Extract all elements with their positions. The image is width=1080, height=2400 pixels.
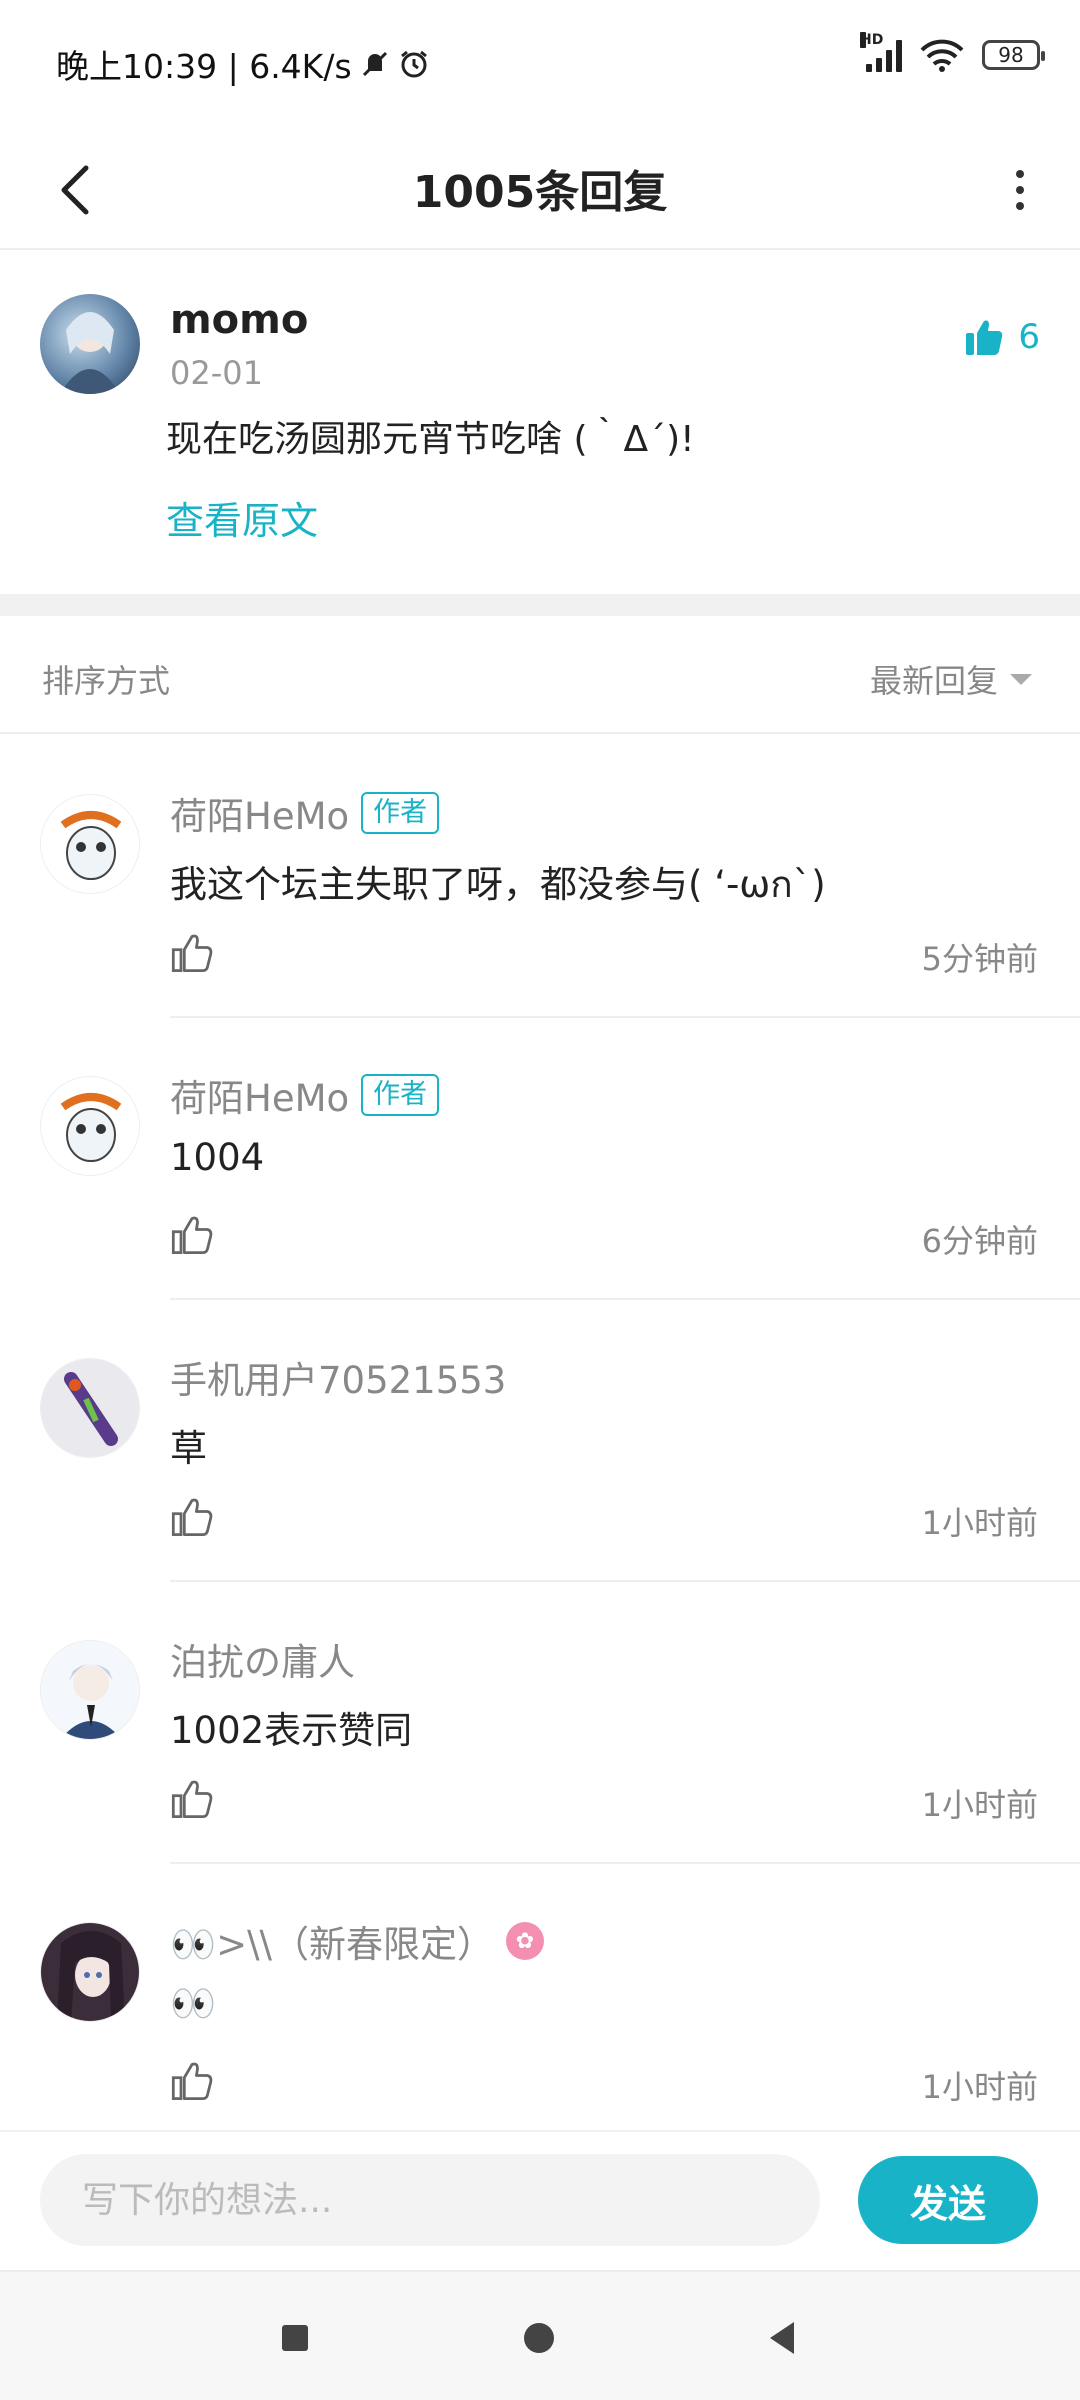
reply-time: 1小时前 <box>921 1504 1038 1542</box>
reply-author[interactable]: 荷陌HeMo <box>170 1068 349 1122</box>
sort-value: 最新回复 <box>869 662 998 700</box>
status-bar: 晚上10:39 | 6.4K/s HD 98 <box>0 0 1080 125</box>
avatar-image <box>41 1077 139 1175</box>
status-time: 晚上10:39 | 6.4K/s <box>56 47 352 86</box>
reply-content: 我这个坛主失职了呀，都没参与( ‘-ωก`) <box>170 863 826 906</box>
signal-icon: HD <box>860 32 902 72</box>
avatar-image <box>60 312 120 394</box>
list-item: 泊扰の庸人 1002表示赞同 1小时前 <box>0 1582 1080 1864</box>
mute-icon <box>362 51 387 77</box>
author-badge: 作者 <box>361 1074 440 1116</box>
alarm-icon <box>400 50 427 78</box>
reply-author[interactable]: 👀>\\（新春限定） <box>170 1914 494 1968</box>
reply-author[interactable]: 荷陌HeMo <box>170 786 349 840</box>
author-badge: 作者 <box>361 792 440 834</box>
more-options-button[interactable] <box>980 150 1060 230</box>
reply-header: 泊扰の庸人 <box>170 1632 355 1686</box>
avatar[interactable] <box>40 794 140 894</box>
comment-input-bar: 发送 <box>0 2130 1080 2270</box>
chevron-left-icon <box>61 165 89 215</box>
system-nav-bar <box>0 2270 1080 2400</box>
reply-header: 荷陌HeMo 作者 <box>170 786 440 840</box>
avatar[interactable] <box>40 1922 140 2022</box>
sort-label: 排序方式 <box>42 662 171 700</box>
avatar-image <box>41 795 139 893</box>
battery-level: 98 <box>998 43 1024 67</box>
reply-content: 1004 <box>170 1136 265 1179</box>
thumbs-up-icon[interactable] <box>170 2059 214 2103</box>
battery-icon: 98 <box>982 40 1045 70</box>
thumbs-up-icon[interactable] <box>170 1495 214 1539</box>
header: 1005条回复 <box>0 125 1080 250</box>
section-divider <box>0 594 1080 616</box>
list-item: 手机用户70521553 草 1小时前 <box>0 1300 1080 1582</box>
status-left: 晚上10:39 | 6.4K/s <box>56 40 430 88</box>
wifi-icon <box>920 39 964 72</box>
reply-time: 1小时前 <box>921 1786 1038 1824</box>
sort-bar: 排序方式 最新回复 <box>0 616 1080 734</box>
reply-content: 👀 <box>170 1982 217 2025</box>
reply-time: 5分钟前 <box>921 940 1038 978</box>
avatar-image <box>41 1641 139 1739</box>
main-post: momo 02-01 6 现在吃汤圆那元宵节吃啥 (｀Δ´)! 查看原文 <box>0 252 1080 594</box>
reply-header: 👀>\\（新春限定） ✿ <box>170 1914 545 1968</box>
recents-button[interactable] <box>282 2325 308 2351</box>
back-button[interactable] <box>36 150 116 230</box>
reply-header: 荷陌HeMo 作者 <box>170 1068 440 1122</box>
thumbs-up-icon[interactable] <box>170 931 214 975</box>
more-dot-icon <box>1016 186 1024 194</box>
reply-time: 1小时前 <box>921 2068 1038 2106</box>
post-date: 02-01 <box>170 354 263 392</box>
more-dot-icon <box>1016 202 1024 210</box>
dropdown-arrow-icon <box>1010 673 1032 685</box>
list-item: 荷陌HeMo 作者 1004 6分钟前 <box>0 1018 1080 1300</box>
sort-dropdown[interactable]: 最新回复 <box>870 656 1032 702</box>
post-author[interactable]: momo <box>170 297 308 343</box>
avatar-image <box>41 1923 139 2021</box>
avatar-image <box>41 1359 139 1457</box>
reply-header: 手机用户70521553 <box>170 1350 506 1404</box>
network-type: HD <box>860 32 884 48</box>
send-button[interactable]: 发送 <box>858 2156 1038 2244</box>
list-item: 👀>\\（新春限定） ✿ 👀 1小时前 <box>0 1864 1080 2130</box>
reply-content: 草 <box>170 1427 207 1470</box>
rabbit-badge-icon: ✿ <box>506 1922 545 1960</box>
home-button[interactable] <box>524 2323 554 2353</box>
thumbs-up-icon[interactable] <box>170 1213 214 1257</box>
reply-content: 1002表示赞同 <box>170 1709 413 1752</box>
view-original-link[interactable]: 查看原文 <box>166 490 318 545</box>
comment-input[interactable] <box>40 2154 820 2246</box>
avatar[interactable] <box>40 294 140 394</box>
avatar[interactable] <box>40 1640 140 1740</box>
nav-back-button[interactable] <box>770 2322 794 2354</box>
reply-author[interactable]: 泊扰の庸人 <box>170 1632 355 1686</box>
avatar[interactable] <box>40 1358 140 1458</box>
avatar[interactable] <box>40 1076 140 1176</box>
reply-author[interactable]: 手机用户70521553 <box>170 1350 506 1404</box>
status-right: HD 98 <box>860 32 1045 72</box>
post-like-count: 6 <box>1018 317 1040 357</box>
page-title: 1005条回复 <box>412 166 668 218</box>
list-item: 荷陌HeMo 作者 我这个坛主失职了呀，都没参与( ‘-ωก`) 5分钟前 <box>0 736 1080 1018</box>
post-like-button[interactable]: 6 <box>964 317 1040 357</box>
thumbs-up-icon[interactable] <box>170 1777 214 1821</box>
reply-time: 6分钟前 <box>921 1222 1038 1260</box>
post-content: 现在吃汤圆那元宵节吃啥 (｀Δ´)! <box>166 419 695 460</box>
more-dot-icon <box>1016 170 1024 178</box>
thumbs-up-filled-icon <box>966 320 1003 355</box>
